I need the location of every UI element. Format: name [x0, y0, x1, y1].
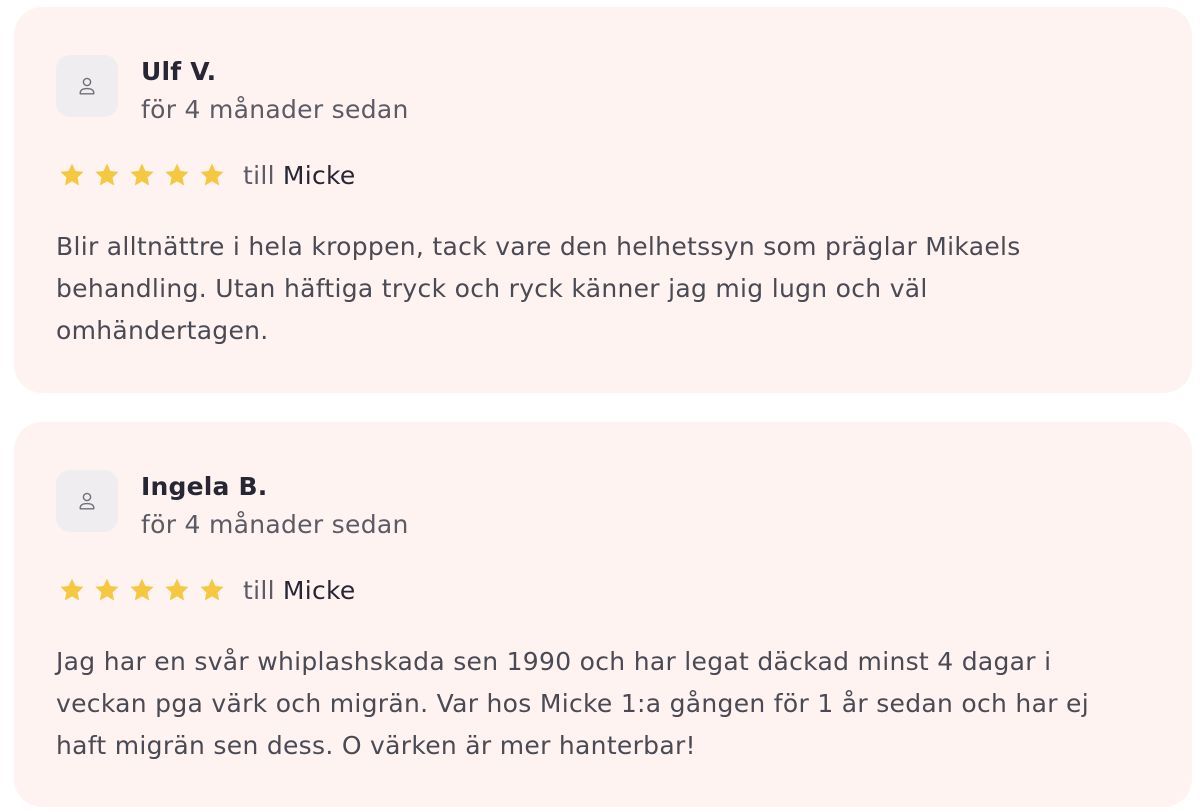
avatar [56, 470, 118, 532]
star-icon [58, 161, 86, 189]
recipient-label: till [243, 575, 275, 605]
star-icon [58, 576, 86, 604]
star-icon [163, 576, 191, 604]
star-rating [58, 576, 233, 604]
star-icon [128, 161, 156, 189]
review-text: Blir alltnättre i hela kroppen, tack var… [56, 232, 1021, 345]
star-icon [163, 161, 191, 189]
recipient-label: till [243, 160, 275, 190]
avatar [56, 55, 118, 117]
author-name: Ulf V. [141, 57, 217, 86]
review-card: Ingela B. för 4 månader sedan till Micke… [14, 422, 1192, 807]
star-icon [93, 161, 121, 189]
review-card: Ulf V. för 4 månader sedan till Micke Bl… [14, 7, 1192, 393]
rating-row: till Micke [58, 573, 356, 607]
user-icon [79, 492, 95, 510]
author-name: Ingela B. [141, 472, 268, 501]
review-date: för 4 månader sedan [141, 95, 409, 124]
rating-row: till Micke [58, 158, 356, 192]
star-icon [198, 576, 226, 604]
star-icon [198, 161, 226, 189]
review-date: för 4 månader sedan [141, 510, 409, 539]
user-icon [79, 77, 95, 95]
star-rating [58, 161, 233, 189]
practitioner-name: Micke [282, 575, 356, 605]
practitioner-name: Micke [282, 160, 356, 190]
star-icon [93, 576, 121, 604]
reviews-list: Ulf V. för 4 månader sedan till Micke Bl… [0, 0, 1200, 812]
star-icon [128, 576, 156, 604]
review-text: Jag har en svår whiplashskada sen 1990 o… [56, 647, 1089, 760]
